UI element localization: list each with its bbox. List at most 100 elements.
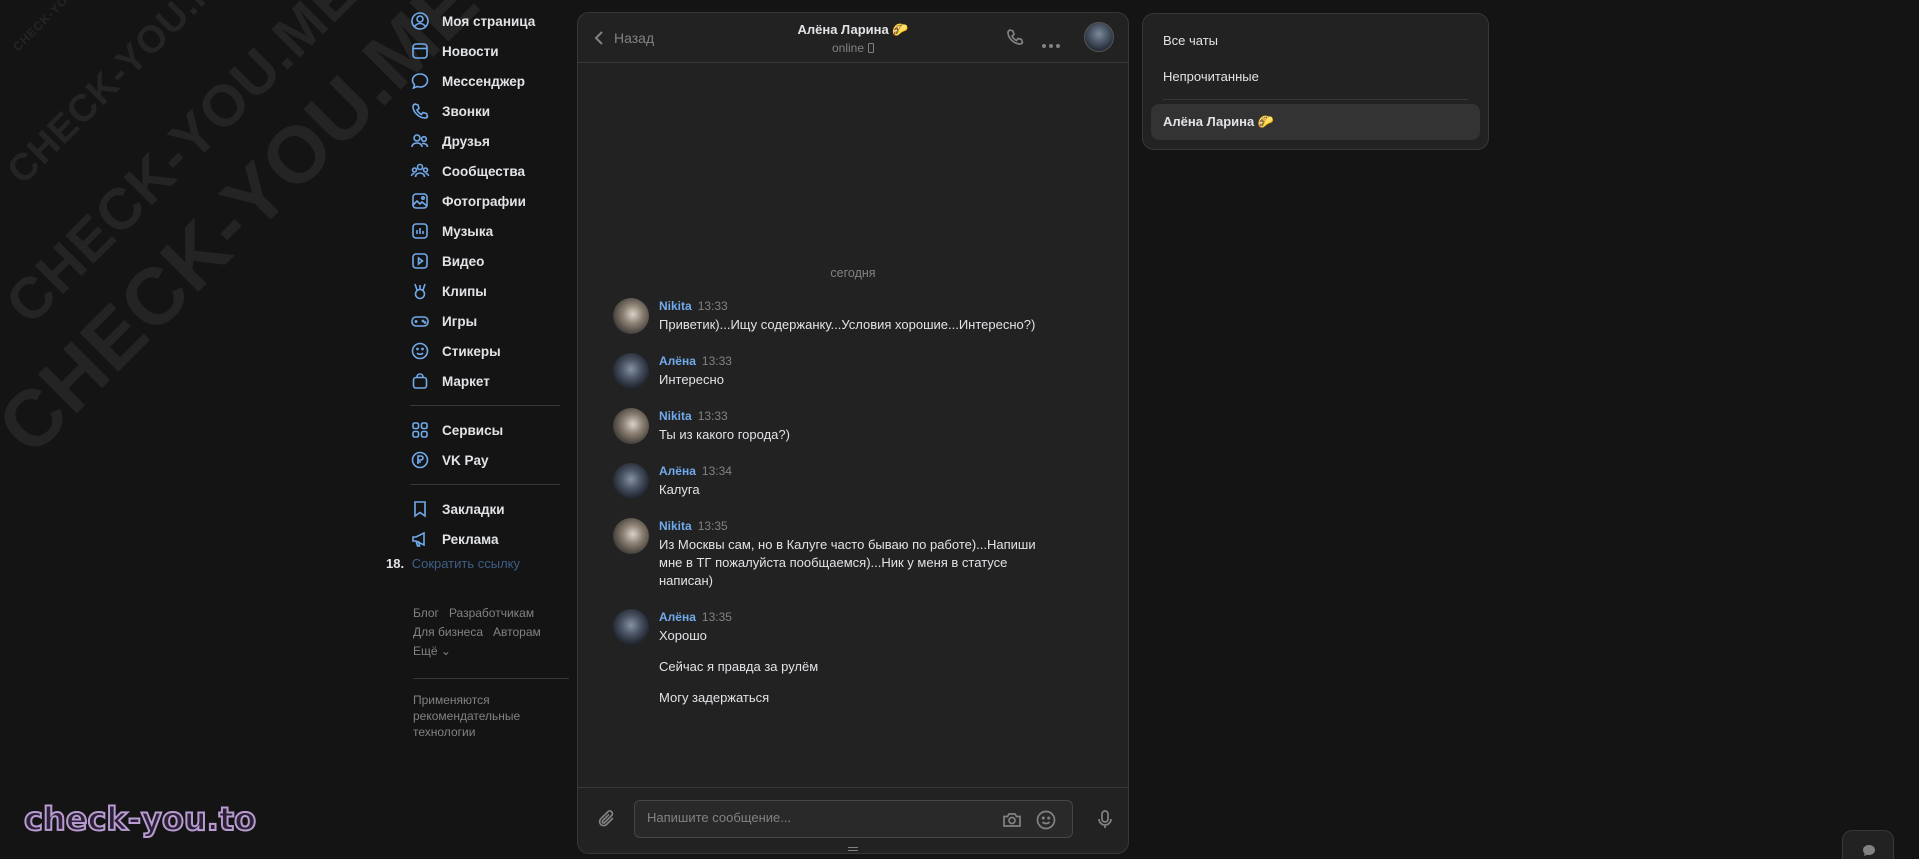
megaphone-icon (410, 529, 430, 549)
emoji-button[interactable] (1035, 809, 1057, 834)
nav-item-messenger[interactable]: Мессенджер (410, 66, 570, 96)
peer-avatar[interactable] (1084, 22, 1114, 52)
message-time: 13:33 (697, 409, 728, 423)
message: Nikita 13:33 Ты из какого города?) (613, 408, 1098, 444)
message-text: Приветик)...Ищу содержанку...Условия хор… (659, 317, 1036, 332)
folder-divider (1163, 99, 1468, 100)
nav-divider (410, 484, 560, 485)
dot (1042, 44, 1046, 48)
message-author[interactable]: Nikita (659, 409, 692, 423)
message-author[interactable]: Nikita (659, 519, 692, 533)
nav-item-video[interactable]: Видео (410, 246, 570, 276)
nav-item-bookmarks[interactable]: Закладки (410, 494, 570, 524)
footer-link-authors[interactable]: Авторам (493, 625, 541, 639)
dot (1056, 44, 1060, 48)
bookmark-icon (410, 499, 430, 519)
grid-icon (410, 420, 430, 440)
nav-item-label: Сервисы (442, 422, 504, 438)
nav-item-label: Сообщества (442, 163, 526, 179)
message-text: Ты из какого города?) (659, 427, 790, 442)
avatar[interactable] (613, 298, 649, 334)
avatar[interactable] (613, 408, 649, 444)
microphone-icon (1098, 810, 1112, 828)
nav-item-ads[interactable]: Реклама (410, 524, 570, 554)
attach-button[interactable] (596, 808, 618, 833)
message-author[interactable]: Nikita (659, 299, 692, 313)
message: Nikita 13:35 Из Москвы сам, но в Калуге ч… (613, 518, 1098, 590)
nav-item-photos[interactable]: Фотографии (410, 186, 570, 216)
more-button[interactable] (1042, 36, 1063, 51)
composer (578, 787, 1128, 853)
nav-item-clips[interactable]: Клипы (410, 276, 570, 306)
nav-item-label: VK Pay (442, 452, 489, 468)
folder-all-chats[interactable]: Все чаты (1151, 22, 1480, 58)
resize-handle[interactable] (848, 847, 858, 851)
folder-active-chat[interactable]: Алёна Ларина 🌮 (1151, 104, 1480, 140)
avatar[interactable] (613, 518, 649, 554)
communities-icon (410, 161, 430, 181)
brand-watermark: check-you.to (23, 799, 257, 839)
camera-button[interactable] (1001, 809, 1023, 834)
footer-link-business[interactable]: Для бизнеса (413, 625, 483, 639)
nav-item-stickers[interactable]: Стикеры (410, 336, 570, 366)
news-icon (410, 41, 430, 61)
message: Nikita 13:33 Приветик)...Ищу содержанку..… (613, 298, 1098, 334)
message-text: Интересно (659, 372, 724, 387)
message-author[interactable]: Алёна (659, 464, 696, 478)
message: Алёна 13:35 Хорошо Сейчас я правда за рул… (613, 609, 1098, 707)
photo-icon (410, 191, 430, 211)
nav-item-label: Маркет (442, 373, 490, 389)
footer-link-more[interactable]: Ещё ⌄ (413, 644, 451, 658)
message-input-box (634, 800, 1073, 838)
message-icon (410, 71, 430, 91)
short-link-row: 18. Сократить ссылку (386, 556, 520, 571)
nav-item-label: Видео (442, 253, 485, 269)
call-button[interactable] (1005, 27, 1025, 50)
nav-item-friends[interactable]: Друзья (410, 126, 570, 156)
friends-icon (410, 131, 430, 151)
avatar[interactable] (613, 353, 649, 389)
peer-status-text: online (831, 41, 865, 55)
nav-item-calls[interactable]: Звонки (410, 96, 570, 126)
nav-item-music[interactable]: Музыка (410, 216, 570, 246)
chat-header: Назад Алёна Ларина 🌮 online (578, 13, 1128, 63)
phone-icon (410, 101, 430, 121)
message-text: Хорошо (659, 628, 707, 643)
nav-item-services[interactable]: Сервисы (410, 415, 570, 445)
left-nav: Моя страница Новости Мессенджер Звонки Д… (410, 6, 570, 554)
gamepad-icon (410, 311, 430, 331)
pay-icon (410, 450, 430, 470)
message-author[interactable]: Алёна (659, 610, 696, 624)
short-link[interactable]: Сократить ссылку (412, 556, 520, 571)
paperclip-icon (598, 810, 614, 827)
chat-support-button[interactable] (1842, 830, 1894, 859)
message-text: Могу задержаться (659, 690, 770, 705)
nav-item-label: Звонки (442, 103, 491, 119)
nav-item-my-page[interactable]: Моя страница (410, 6, 570, 36)
voice-button[interactable] (1094, 808, 1116, 833)
footer-link-devs[interactable]: Разработчикам (449, 606, 534, 620)
message-input[interactable] (647, 810, 987, 825)
avatar[interactable] (613, 463, 649, 499)
nav-item-label: Музыка (442, 223, 494, 239)
nav-item-games[interactable]: Игры (410, 306, 570, 336)
avatar[interactable] (613, 609, 649, 645)
message-text: Калуга (659, 482, 700, 497)
bag-icon (410, 371, 430, 391)
nav-item-vkpay[interactable]: VK Pay (410, 445, 570, 475)
camera-icon (1003, 813, 1021, 827)
nav-item-market[interactable]: Маркет (410, 366, 570, 396)
nav-item-news[interactable]: Новости (410, 36, 570, 66)
nav-item-label: Новости (442, 43, 499, 59)
date-separator: сегодня (830, 266, 876, 280)
nav-item-communities[interactable]: Сообщества (410, 156, 570, 186)
nav-item-label: Реклама (442, 531, 499, 547)
folder-unread[interactable]: Непрочитанные (1151, 58, 1480, 94)
message-author[interactable]: Алёна (659, 354, 696, 368)
nav-divider (410, 405, 560, 406)
video-icon (410, 251, 430, 271)
footer-link-blog[interactable]: Блог (413, 606, 439, 620)
footer-links: Блог Разработчикам Для бизнеса Авторам Ещё… (413, 604, 573, 661)
chat-folders: Все чаты Непрочитанные Алёна Ларина 🌮 (1142, 13, 1489, 150)
nav-item-label: Закладки (442, 501, 505, 517)
